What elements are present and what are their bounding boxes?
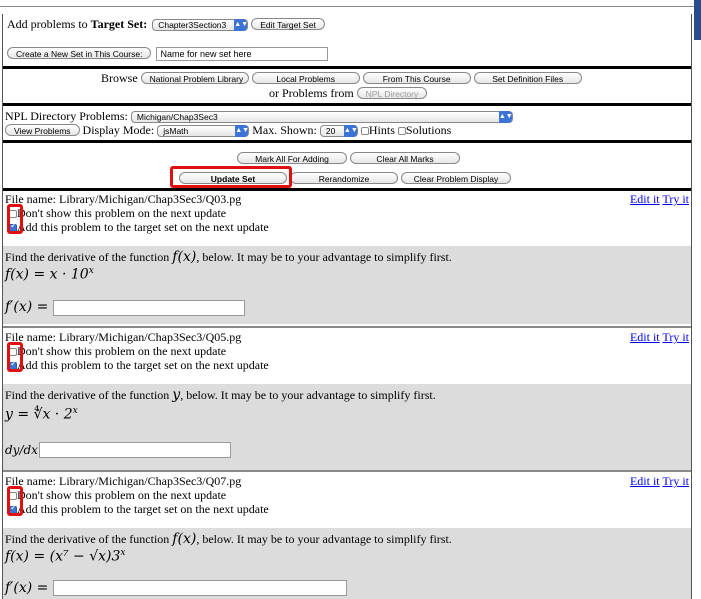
npl-divider <box>3 103 691 106</box>
rerandomize-button[interactable]: Rerandomize <box>290 172 398 184</box>
try-it-link[interactable]: Try it <box>662 474 689 488</box>
target-set-select[interactable]: Chapter3Section3 ▲▼ <box>152 19 249 31</box>
problem-1-dont-show-row: Don't show this problem on the next upda… <box>9 206 226 221</box>
problem-3-add-row: Add this problem to the target set on th… <box>9 502 269 517</box>
actions-divider <box>3 140 691 143</box>
problem-3-checkbox-highlight <box>7 486 23 516</box>
target-set-label: Target Set: <box>90 17 148 31</box>
problem-1-filename: File name: Library/Michigan/Chap3Sec3/Q0… <box>5 192 242 206</box>
max-shown-label: Max. Shown: <box>252 123 317 137</box>
set-definition-files-button[interactable]: Set Definition Files <box>473 72 582 84</box>
display-mode-label: Display Mode: <box>82 123 155 137</box>
clear-problem-display-button[interactable]: Clear Problem Display <box>401 172 511 184</box>
hints-checkbox[interactable] <box>360 127 369 136</box>
hints-label: Hints <box>368 123 395 137</box>
chevron-updown-icon: ▲▼ <box>235 125 249 137</box>
problem-3-answer-label: f′(x) = <box>5 580 49 596</box>
edit-target-set-button[interactable]: Edit Target Set <box>251 18 325 30</box>
top-divider <box>0 6 701 7</box>
problem-1-answer-label: f′(x) = <box>5 299 49 315</box>
edit-it-link[interactable]: Edit it <box>630 474 660 488</box>
browse-divider <box>3 66 691 69</box>
display-mode-select[interactable]: jsMath ▲▼ <box>157 125 250 137</box>
npl-directory-button[interactable]: NPL Directory <box>356 87 428 99</box>
add-prefix-text: Add problems to <box>7 17 91 31</box>
problem-1-answer-input[interactable] <box>53 300 245 316</box>
problem-3-dont-show-row: Don't show this problem on the next upda… <box>9 488 226 503</box>
chevron-updown-icon: ▲▼ <box>498 111 513 123</box>
local-problems-button[interactable]: Local Problems <box>251 72 360 84</box>
browse-row: Browse National Problem Library Local Pr… <box>101 71 582 86</box>
problem-2-filename: File name: Library/Michigan/Chap3Sec3/Q0… <box>5 330 242 344</box>
solutions-checkbox[interactable] <box>397 127 406 136</box>
target-set-row: Add problems to Target Set: Chapter3Sect… <box>7 17 325 32</box>
problem-2-formula: y = ∜x · 2x <box>5 406 78 423</box>
problem-2-links: Edit it Try it <box>630 330 689 345</box>
national-problem-library-button[interactable]: National Problem Library <box>140 72 249 84</box>
problem-2-answer-input[interactable] <box>39 442 231 458</box>
problem-1-divider <box>3 188 691 191</box>
problem-1-checkbox-highlight <box>7 204 23 234</box>
npl-directory-row: NPL Directory Problems: Michigan/Chap3Se… <box>5 109 513 124</box>
create-set-row: Create a New Set in This Course: Name fo… <box>7 46 329 61</box>
or-problems-row: or Problems from NPL Directory <box>269 86 428 101</box>
problem-3-statement: Find the derivative of the function f(x)… <box>5 531 452 547</box>
mark-all-for-adding-button[interactable]: Mark All For Adding <box>237 152 347 164</box>
problem-3-links: Edit it Try it <box>630 474 689 489</box>
problem-1-body: Find the derivative of the function f(x)… <box>3 246 691 324</box>
problem-2-add-row: Add this problem to the target set on th… <box>9 358 269 373</box>
view-problems-button[interactable]: View Problems <box>5 124 80 136</box>
or-problems-label: or Problems from <box>269 86 354 100</box>
library-browser-panel: Add problems to Target Set: Chapter3Sect… <box>2 14 692 599</box>
edit-it-link[interactable]: Edit it <box>630 192 660 206</box>
problem-2-dont-show-row: Don't show this problem on the next upda… <box>9 344 226 359</box>
npl-directory-select[interactable]: Michigan/Chap3Sec3 ▲▼ <box>130 111 513 123</box>
edit-it-link[interactable]: Edit it <box>630 330 660 344</box>
try-it-link[interactable]: Try it <box>662 192 689 206</box>
scroll-indicator <box>694 0 701 40</box>
problem-3-formula: f(x) = (x⁷ − √x)3x <box>5 548 126 565</box>
problem-3-filename: File name: Library/Michigan/Chap3Sec3/Q0… <box>5 474 242 488</box>
problem-1-links: Edit it Try it <box>630 192 689 207</box>
problem-1-add-row: Add this problem to the target set on th… <box>9 220 269 235</box>
problem-2-statement: Find the derivative of the function y, b… <box>5 387 436 403</box>
chevron-updown-icon: ▲▼ <box>343 125 358 137</box>
mark-row: Mark All For Adding Clear All Marks <box>237 151 460 166</box>
problem-3-answer-input[interactable] <box>53 580 347 596</box>
chevron-updown-icon: ▲▼ <box>234 19 248 31</box>
problem-2-body: Find the derivative of the function y, b… <box>3 384 691 470</box>
problem-2-checkbox-highlight <box>7 342 23 372</box>
problem-3-body: Find the derivative of the function f(x)… <box>3 528 691 599</box>
from-this-course-button[interactable]: From This Course <box>362 72 471 84</box>
create-new-set-button[interactable]: Create a New Set in This Course: <box>7 47 152 59</box>
problem-3-divider <box>3 470 691 472</box>
problem-1-formula: f(x) = x · 10x <box>5 266 94 283</box>
new-set-name-input[interactable]: Name for new set here <box>156 47 329 61</box>
browse-label: Browse <box>101 71 138 85</box>
update-set-highlight <box>170 166 292 188</box>
max-shown-select[interactable]: 20 ▲▼ <box>319 125 358 137</box>
display-options-row: View Problems Display Mode: jsMath ▲▼ Max… <box>5 123 451 138</box>
npl-directory-label: NPL Directory Problems: <box>5 109 128 123</box>
try-it-link[interactable]: Try it <box>662 330 689 344</box>
problem-1-statement: Find the derivative of the function f(x)… <box>5 249 452 265</box>
clear-all-marks-button[interactable]: Clear All Marks <box>350 152 460 164</box>
problem-2-divider <box>3 326 691 328</box>
solutions-label: Solutions <box>405 123 452 137</box>
